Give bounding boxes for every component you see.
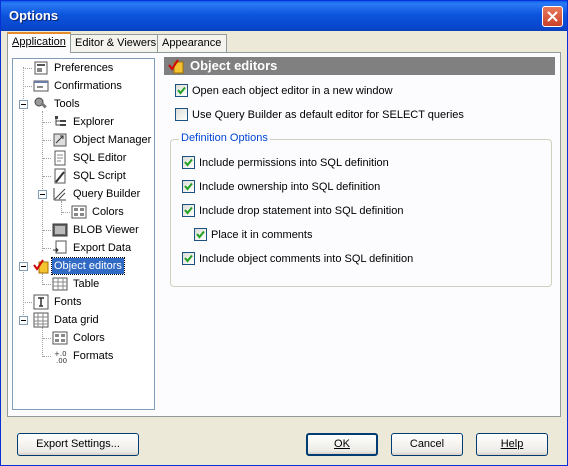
include-ownership-checkbox[interactable] xyxy=(182,180,195,193)
export-data-icon xyxy=(53,240,67,254)
tree-item-label: BLOB Viewer xyxy=(73,224,139,236)
option-label: Place it in comments xyxy=(211,229,313,241)
include-permissions-checkbox[interactable] xyxy=(182,156,195,169)
ok-button[interactable]: OK xyxy=(306,433,378,456)
query-builder-default-checkbox[interactable] xyxy=(175,108,188,121)
tab-editor-viewers-label: Editor & Viewers xyxy=(75,37,157,49)
checkmark-icon xyxy=(196,230,205,239)
help-label: Help xyxy=(500,438,524,450)
tree-line xyxy=(43,158,51,159)
option-label: Open each object editor in a new window xyxy=(192,85,393,97)
tree-item-label: Query Builder xyxy=(73,188,141,200)
section-title: Object editors xyxy=(190,58,278,73)
tools-expander[interactable] xyxy=(19,100,28,109)
object-editors-expander[interactable] xyxy=(19,262,28,271)
tree-line xyxy=(43,122,51,123)
tree-line xyxy=(43,284,51,285)
tree-line xyxy=(43,176,51,177)
tree-item-label: Export Data xyxy=(73,242,132,254)
include-drop-checkbox[interactable] xyxy=(182,204,195,217)
tree-line xyxy=(25,86,32,87)
tree-line xyxy=(43,140,51,141)
group-title: Definition Options xyxy=(179,132,270,144)
option-label: Include ownership into SQL definition xyxy=(199,181,381,193)
tree-item-label: Table xyxy=(73,278,100,290)
tree-item-label: Confirmations xyxy=(54,80,122,92)
data-grid-expander[interactable] xyxy=(19,316,28,325)
tree-line xyxy=(62,212,70,213)
option-label: Include object comments into SQL definit… xyxy=(199,253,414,265)
object-editors-icon xyxy=(168,59,184,74)
cancel-button[interactable]: Cancel xyxy=(391,433,463,456)
query-builder-expander[interactable] xyxy=(38,190,47,199)
data-grid-icon xyxy=(33,312,49,328)
tab-appearance[interactable]: Appearance xyxy=(157,34,227,52)
checkmark-icon xyxy=(177,86,186,95)
tree-item-label: Colors xyxy=(73,332,105,344)
tree-item-label: Object editors xyxy=(51,257,125,275)
tree-item-label: Formats xyxy=(73,350,114,362)
object-editors-icon xyxy=(33,259,49,274)
tree-line xyxy=(25,68,32,69)
checkmark-icon xyxy=(184,206,193,215)
tree-line xyxy=(42,327,43,357)
tree-line xyxy=(43,248,51,249)
colors-icon xyxy=(71,205,87,219)
tree-item-label: Preferences xyxy=(54,62,114,74)
tree-line xyxy=(43,338,51,339)
tree-line xyxy=(25,302,32,303)
object-manager-icon xyxy=(53,133,67,147)
tree-line xyxy=(43,230,51,231)
tree-item-label: SQL Script xyxy=(73,170,126,182)
blob-viewer-icon xyxy=(52,223,68,237)
svg-text:.00: .00 xyxy=(56,357,67,364)
cancel-label: Cancel xyxy=(409,438,445,450)
tab-panel: Preferences Confirmations Tools Explorer… xyxy=(7,52,561,417)
options-tree[interactable]: Preferences Confirmations Tools Explorer… xyxy=(12,58,155,410)
query-builder-icon xyxy=(53,188,66,201)
fonts-icon xyxy=(33,294,49,310)
place-in-comments-checkbox[interactable] xyxy=(194,228,207,241)
confirmations-icon xyxy=(33,80,49,92)
tab-application-label: Application xyxy=(12,36,66,48)
export-settings-label: Export Settings... xyxy=(36,438,120,450)
tree-item-label: Fonts xyxy=(54,296,82,308)
sql-script-icon xyxy=(54,168,66,184)
include-comments-checkbox[interactable] xyxy=(182,252,195,265)
tree-item-label: Explorer xyxy=(73,116,114,128)
ok-label: OK xyxy=(334,438,350,450)
window-title: Options xyxy=(9,8,59,23)
tree-item-label: Data grid xyxy=(54,314,99,326)
tab-application[interactable]: Application xyxy=(7,32,71,53)
title-bar[interactable]: Options xyxy=(1,1,567,31)
close-button[interactable] xyxy=(542,6,563,27)
tab-appearance-label: Appearance xyxy=(162,37,222,49)
open-new-window-checkbox[interactable] xyxy=(175,84,188,97)
preferences-icon xyxy=(34,61,48,75)
tree-item-label: Tools xyxy=(54,98,80,110)
explorer-icon xyxy=(55,116,66,126)
checkmark-icon xyxy=(184,182,193,191)
formats-icon: +.0.00 xyxy=(54,350,67,364)
colors-icon xyxy=(52,331,68,345)
table-icon xyxy=(52,277,68,291)
close-icon xyxy=(547,11,558,22)
tools-icon xyxy=(34,97,47,109)
tree-line xyxy=(43,356,51,357)
checkmark-icon xyxy=(184,254,193,263)
tree-item-label: Colors xyxy=(92,206,124,218)
sql-editor-icon xyxy=(54,150,66,166)
options-dialog: Options Application Editor & Viewers App… xyxy=(0,0,568,466)
option-label: Include drop statement into SQL definiti… xyxy=(199,205,404,217)
section-header: Object editors xyxy=(164,57,555,75)
option-label: Include permissions into SQL definition xyxy=(199,157,389,169)
help-button[interactable]: Help xyxy=(476,433,548,456)
option-label: Use Query Builder as default editor for … xyxy=(192,109,464,121)
tab-editor-viewers[interactable]: Editor & Viewers xyxy=(70,34,158,52)
tree-item-label: Object Manager xyxy=(73,134,152,146)
export-settings-button[interactable]: Export Settings... xyxy=(17,433,139,456)
tree-item-label: SQL Editor xyxy=(73,152,127,164)
checkmark-icon xyxy=(184,158,193,167)
